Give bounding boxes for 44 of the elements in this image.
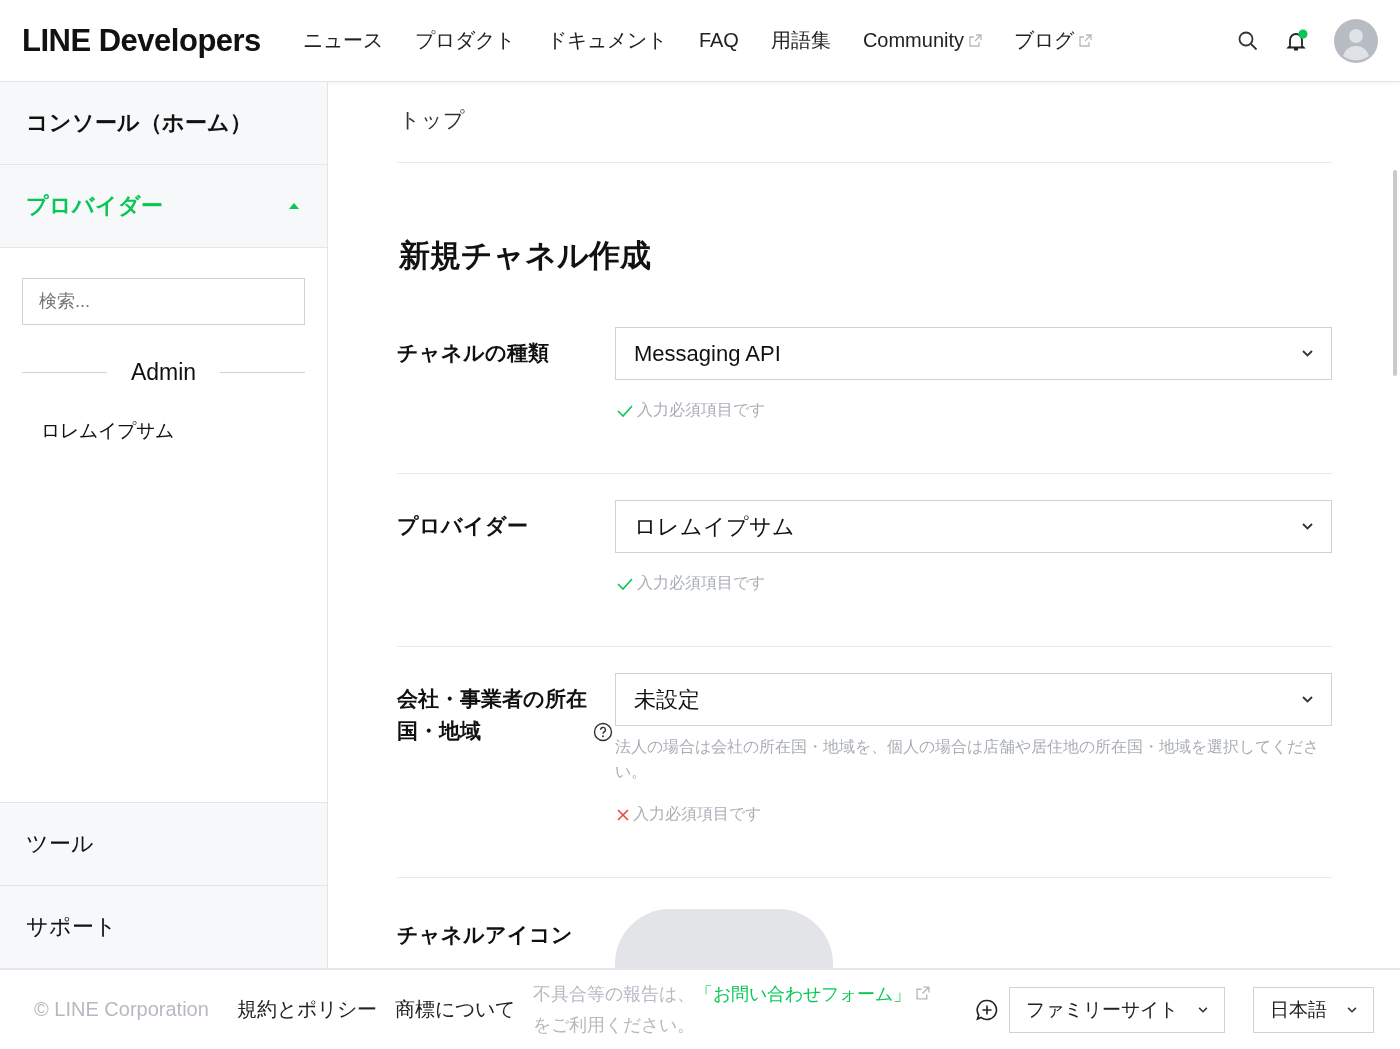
chevron-down-icon	[1302, 523, 1313, 530]
breadcrumb[interactable]: トップ	[397, 82, 1332, 163]
group-heading: Admin	[130, 359, 197, 386]
sidebar-item[interactable]: コンソール（ホーム）	[0, 82, 327, 165]
chevron-down-icon	[1198, 1006, 1208, 1013]
bell-icon[interactable]	[1284, 28, 1308, 53]
sidebar-item[interactable]: サポート	[0, 885, 327, 968]
field-label: 会社・事業者の所在国・地域	[397, 686, 588, 744]
field-label: プロバイダー	[397, 513, 528, 539]
nav-link[interactable]: プロダクト	[414, 27, 515, 54]
select-field[interactable]: ロレムイプサム	[615, 500, 1332, 553]
search-field[interactable]: 検索...	[22, 278, 305, 325]
hint-text: 法人の場合は会社の所在国・地域を、個人の場合は店舗や居住地の所在国・地域を選択してください。	[615, 737, 1320, 782]
copyright: © LINE Corporation	[34, 998, 209, 1021]
notice-text: 不具合等の報告は、「お問い合わせフォーム」 をご利用ください。	[532, 978, 953, 1041]
search-icon[interactable]	[1238, 30, 1258, 51]
page-title: 新規チャネル作成	[399, 237, 652, 275]
select-field[interactable]: 未設定	[615, 673, 1332, 726]
validation-message: 入力必須項目です	[637, 573, 765, 593]
nav-link[interactable]: ブログ	[1014, 27, 1093, 54]
field-label: チャネルの種類	[397, 340, 549, 366]
chevron-down-icon	[1302, 350, 1313, 357]
nav-link[interactable]: 用語集	[770, 27, 831, 54]
nav-link[interactable]: Community	[862, 29, 983, 52]
select-field[interactable]: Messaging API	[615, 327, 1332, 380]
validation-message: 入力必須項目です	[637, 400, 765, 420]
help-icon[interactable]	[593, 722, 613, 742]
chat-plus-icon[interactable]	[975, 997, 999, 1022]
footer-link[interactable]: 商標について	[394, 996, 515, 1023]
nav-link[interactable]: FAQ	[698, 29, 739, 52]
logo[interactable]: LINE Developers	[22, 22, 261, 59]
provider-link[interactable]: ロレムイプサム	[22, 418, 305, 444]
external-link-icon	[915, 985, 930, 1000]
language-dropdown[interactable]: 日本語	[1253, 986, 1374, 1033]
chevron-down-icon	[1347, 1006, 1357, 1013]
chevron-down-icon	[1302, 696, 1313, 703]
scrollbar[interactable]	[1393, 170, 1397, 376]
validation-message: 入力必須項目です	[633, 804, 761, 824]
family-site-dropdown[interactable]: ファミリーサイト	[1009, 986, 1225, 1033]
sidebar-item[interactable]: ツール	[0, 802, 327, 885]
field-label: チャネルアイコン	[397, 922, 573, 948]
nav-link[interactable]: ドキュメント	[546, 27, 667, 54]
nav-link[interactable]: ニュース	[302, 27, 383, 54]
footer-link[interactable]: 規約とポリシー	[236, 996, 377, 1023]
